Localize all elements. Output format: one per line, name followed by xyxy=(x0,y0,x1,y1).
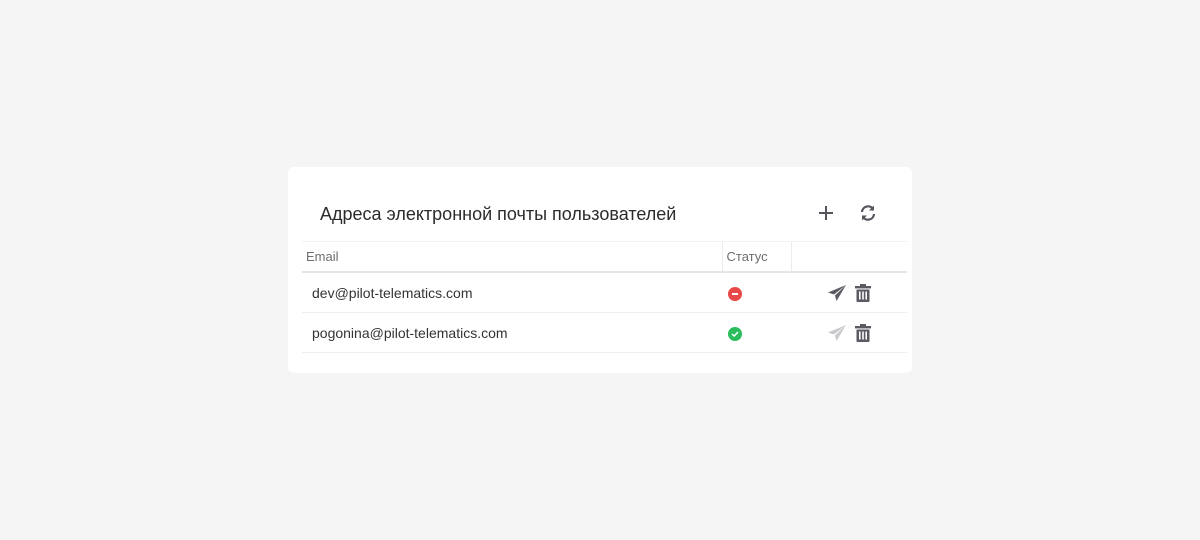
refresh-icon xyxy=(860,205,876,221)
column-header-actions xyxy=(791,241,907,273)
status-cell xyxy=(722,312,791,353)
status-cell xyxy=(722,272,791,313)
card-header: Адреса электронной почты пользователей xyxy=(288,167,912,241)
plus-icon xyxy=(819,206,833,220)
card-title: Адреса электронной почты пользователей xyxy=(320,204,677,224)
check-circle-icon xyxy=(728,326,742,341)
table-row: dev@pilot-telematics.com xyxy=(302,272,907,313)
email-addresses-card: Адреса электронной почты пользователей E… xyxy=(288,167,912,373)
table-row: pogonina@pilot-telematics.com xyxy=(302,312,907,353)
email-cell: dev@pilot-telematics.com xyxy=(302,272,722,313)
trash-icon[interactable] xyxy=(853,323,873,343)
trash-icon[interactable] xyxy=(853,283,873,303)
actions-cell xyxy=(791,312,907,353)
column-header-email[interactable]: Email xyxy=(302,241,723,273)
add-button[interactable] xyxy=(814,201,838,225)
minus-circle-icon xyxy=(728,286,742,301)
email-cell: pogonina@pilot-telematics.com xyxy=(302,312,722,353)
actions-cell xyxy=(791,272,907,313)
emails-table: Email Статус dev@pilot-telematics.com po… xyxy=(302,241,907,353)
send-icon[interactable] xyxy=(827,323,847,343)
column-header-status[interactable]: Статус xyxy=(722,241,792,273)
table-header-row: Email Статус xyxy=(302,241,907,273)
send-icon[interactable] xyxy=(827,283,847,303)
refresh-button[interactable] xyxy=(856,201,880,225)
